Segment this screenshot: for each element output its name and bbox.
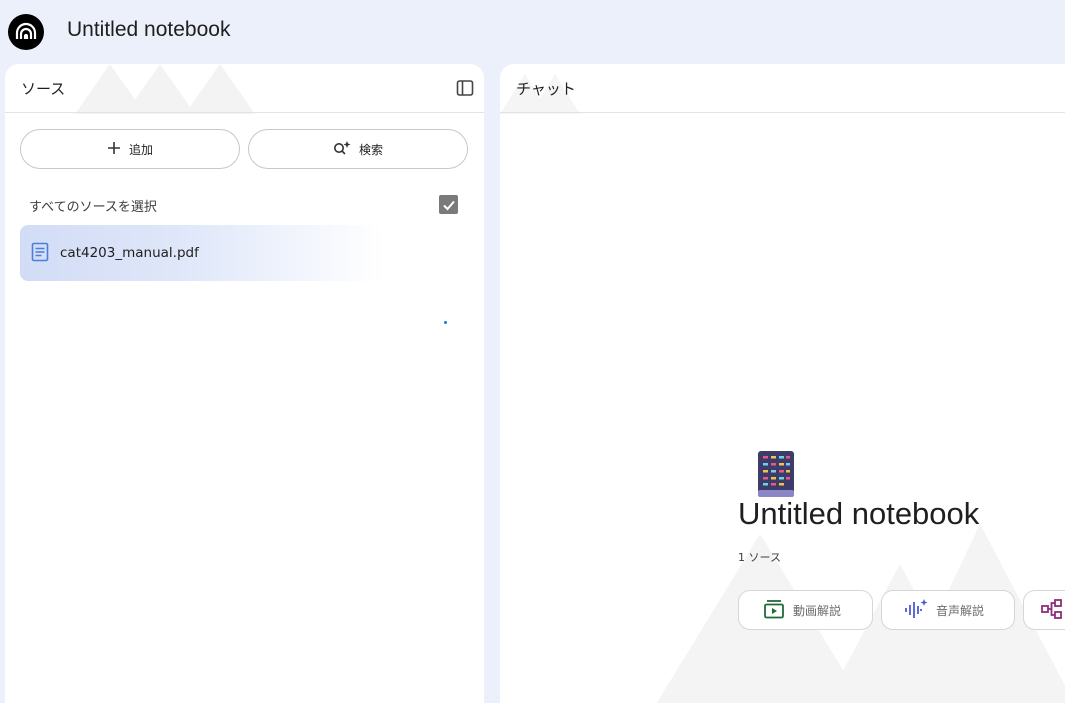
sources-panel: ソース 追加 検索 すべてのソースを選択 cat4203_manual.pdf <box>5 64 484 703</box>
sources-title: ソース <box>21 80 66 98</box>
search-button-label: 検索 <box>358 142 383 157</box>
video-overview-label: 動画解説 <box>793 603 842 618</box>
audio-overview-icon <box>904 598 928 623</box>
loading-spinner-icon <box>444 321 447 324</box>
mind-map-icon <box>1041 598 1063 622</box>
notebook-emoji-icon <box>757 450 795 502</box>
source-list-item[interactable]: cat4203_manual.pdf <box>20 225 384 281</box>
video-overview-icon <box>763 599 785 622</box>
top-bar: Untitled notebook <box>0 0 1065 64</box>
notebooklm-logo-icon[interactable] <box>8 14 44 50</box>
chat-panel: チャット Untitled notebook 1 ソース 動画解説 音声解説 <box>500 64 1065 703</box>
discover-sources-button[interactable]: 検索 <box>248 129 468 169</box>
source-name: cat4203_manual.pdf <box>60 245 199 261</box>
audio-overview-button[interactable]: 音声解説 <box>881 590 1015 630</box>
chat-title: チャット <box>516 80 576 98</box>
document-icon <box>31 242 49 266</box>
notebook-title[interactable]: Untitled notebook <box>67 18 230 42</box>
select-all-label: すべてのソースを選択 <box>29 200 157 215</box>
select-all-checkbox[interactable] <box>439 195 458 214</box>
sources-header: ソース <box>5 64 484 113</box>
source-count: 1 ソース <box>738 551 781 564</box>
add-button-label: 追加 <box>128 142 153 157</box>
audio-overview-label: 音声解説 <box>936 603 985 618</box>
panel-collapse-icon[interactable] <box>455 78 475 98</box>
search-sparkle-icon <box>333 140 351 159</box>
plus-icon <box>107 141 121 158</box>
video-overview-button[interactable]: 動画解説 <box>738 590 873 630</box>
mind-map-button[interactable] <box>1023 590 1065 630</box>
chat-header: チャット <box>500 64 1065 113</box>
notebook-heading: Untitled notebook <box>738 496 980 531</box>
add-source-button[interactable]: 追加 <box>20 129 240 169</box>
